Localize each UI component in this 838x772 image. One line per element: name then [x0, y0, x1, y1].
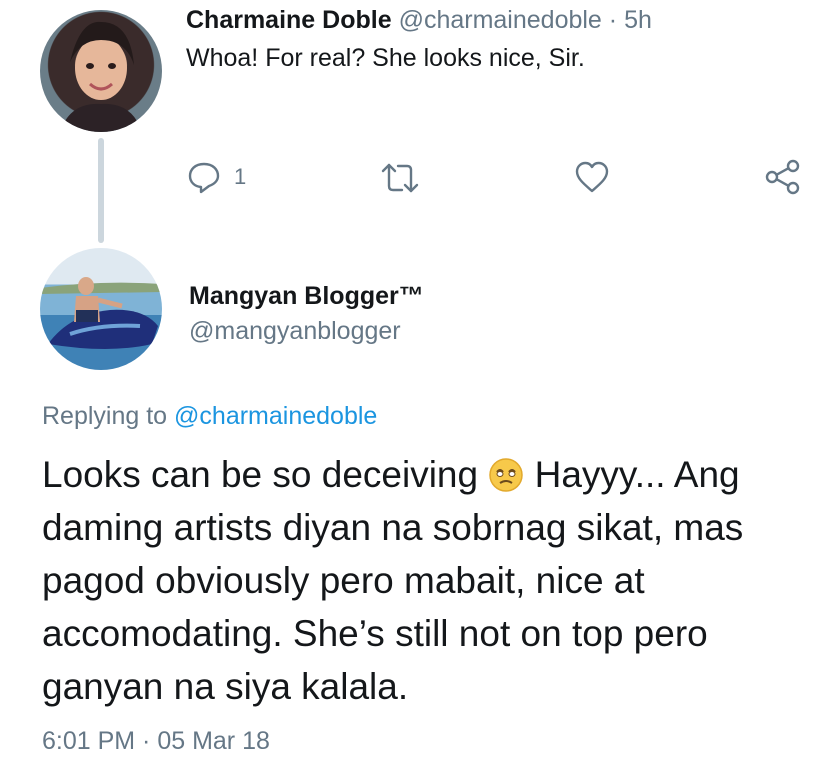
reply-text: Whoa! For real? She looks nice, Sir.: [186, 44, 585, 72]
replying-to-line: Replying to @charmainedoble: [42, 402, 377, 431]
tweet-text-part-1: Looks can be so deceiving: [42, 454, 489, 495]
main-display-name[interactable]: Mangyan Blogger™: [189, 282, 424, 311]
charmaine-avatar-art: [60, 21, 142, 132]
reply-time[interactable]: 5h: [624, 6, 652, 34]
reply-icon: [186, 159, 222, 195]
main-tweet-text: Looks can be so deceiving Hayyy... Ang d…: [42, 448, 827, 713]
reply-display-name[interactable]: Charmaine Doble: [186, 6, 392, 34]
reply-separator: ·: [608, 6, 618, 34]
heart-icon: [574, 160, 610, 194]
weary-face-icon: [489, 458, 524, 492]
tweet-timestamp[interactable]: 6:01 PM · 05 Mar 18: [42, 727, 270, 756]
replying-to-handle[interactable]: @charmainedoble: [174, 402, 377, 430]
share-icon: [764, 158, 802, 196]
reply-count: 1: [234, 164, 247, 189]
reply-handle[interactable]: @charmainedoble: [399, 6, 602, 34]
thread-line: [98, 138, 104, 243]
mangyan-avatar[interactable]: [40, 248, 162, 370]
reply-header: Charmaine Doble @charmainedoble · 5h: [186, 6, 652, 35]
replying-to-label: Replying to: [42, 402, 168, 430]
retweet-action[interactable]: [380, 160, 420, 196]
retweet-icon: [380, 160, 420, 196]
charmaine-avatar[interactable]: [40, 10, 162, 132]
share-action[interactable]: [764, 158, 802, 196]
main-handle[interactable]: @mangyanblogger: [189, 317, 401, 346]
mangyan-avatar-art: [40, 277, 162, 349]
reply-action[interactable]: 1: [186, 158, 246, 196]
like-action[interactable]: [574, 160, 610, 194]
weary-face-emoji: [488, 454, 524, 492]
